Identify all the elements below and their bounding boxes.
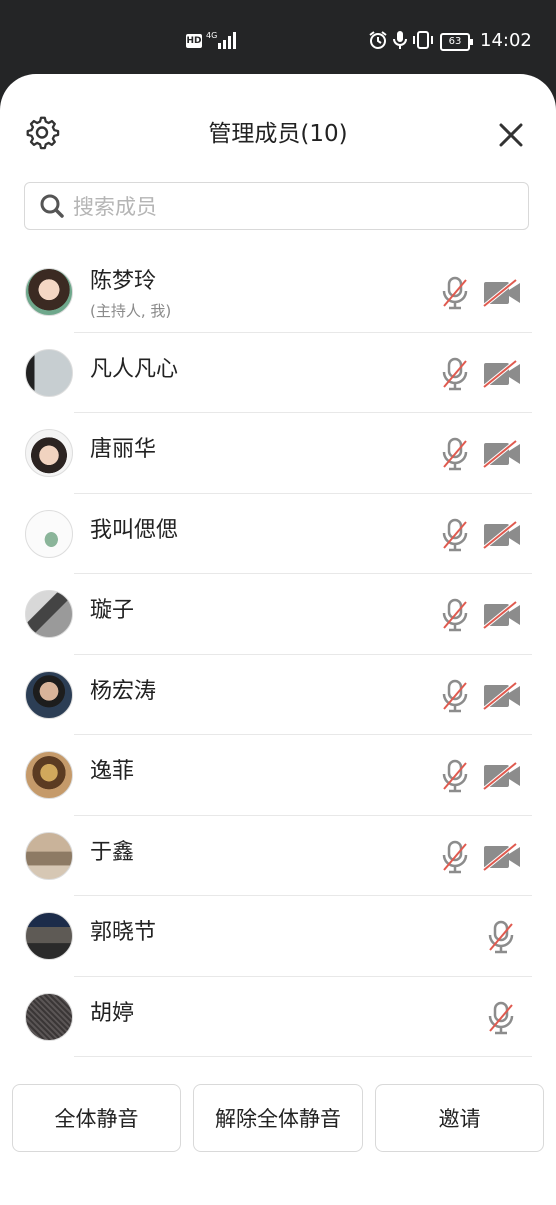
page-title: 管理成员(10): [208, 121, 348, 147]
member-name: 胡婷: [90, 1000, 135, 1026]
mic-status-icon: [393, 31, 407, 49]
member-row[interactable]: 胡婷: [0, 977, 556, 1057]
mic-muted-icon[interactable]: [486, 1001, 516, 1035]
close-icon[interactable]: [494, 118, 528, 152]
hd-badge: HD: [186, 34, 202, 48]
camera-off-icon[interactable]: [482, 358, 522, 389]
divider: [74, 1056, 532, 1057]
camera-off-icon[interactable]: [482, 278, 522, 308]
avatar: [25, 509, 73, 558]
member-row[interactable]: 逸菲: [0, 735, 556, 816]
member-name: 唐丽华: [90, 437, 157, 462]
sheet-header: 管理成员(10): [0, 74, 556, 194]
member-name: 陈梦玲: [90, 269, 157, 294]
member-name: 郭晓节: [90, 920, 157, 945]
search-input[interactable]: [71, 189, 515, 225]
mic-muted-icon[interactable]: [440, 518, 470, 552]
member-row[interactable]: 杨宏涛: [0, 655, 556, 735]
mic-muted-icon[interactable]: [440, 598, 470, 632]
avatar: [25, 751, 73, 799]
mic-muted-icon[interactable]: [440, 840, 470, 874]
avatar: [25, 912, 73, 960]
member-row[interactable]: 郭晓节: [0, 896, 556, 977]
avatar: [25, 429, 73, 477]
camera-off-icon[interactable]: [482, 439, 522, 469]
status-bar: HD 4G 63 14:02: [0, 0, 556, 80]
mic-muted-icon[interactable]: [440, 357, 470, 391]
network-type: 4G: [206, 31, 218, 40]
avatar: [25, 268, 73, 316]
member-name: 凡人凡心: [90, 356, 179, 382]
avatar: [25, 670, 73, 719]
battery-icon: 63: [440, 33, 473, 51]
unmute-all-button[interactable]: 解除全体静音: [193, 1084, 363, 1152]
member-row[interactable]: 唐丽华: [0, 413, 556, 494]
member-row[interactable]: 于鑫: [0, 816, 556, 896]
mute-all-button[interactable]: 全体静音: [12, 1084, 181, 1152]
manage-members-sheet: 管理成员(10) 陈梦玲 (主持人, 我): [0, 74, 556, 1205]
search-box[interactable]: [24, 182, 529, 230]
member-name: 于鑫: [90, 839, 135, 865]
signal-icon: [218, 31, 238, 49]
member-list: 陈梦玲 (主持人, 我) 凡人凡心 唐丽华 我叫偲偲 璇子 杨宏涛 逸菲 于鑫 …: [0, 252, 556, 1057]
mic-muted-icon[interactable]: [440, 759, 470, 793]
mic-muted-icon[interactable]: [486, 920, 516, 954]
avatar: [25, 348, 73, 397]
avatar: [25, 831, 73, 880]
search-icon: [40, 194, 64, 218]
avatar: [25, 590, 73, 638]
mic-muted-icon[interactable]: [440, 276, 470, 310]
member-row[interactable]: 陈梦玲 (主持人, 我): [0, 252, 556, 333]
member-row[interactable]: 璇子: [0, 574, 556, 655]
member-row[interactable]: 凡人凡心: [0, 333, 556, 413]
member-name: 我叫偲偲: [90, 517, 179, 543]
mic-muted-icon[interactable]: [440, 437, 470, 471]
camera-off-icon[interactable]: [482, 761, 522, 791]
member-role: (主持人, 我): [90, 302, 172, 320]
battery-level: 63: [448, 36, 462, 47]
member-name: 璇子: [90, 598, 135, 623]
vibrate-icon: [413, 31, 433, 49]
member-name: 逸菲: [90, 759, 135, 784]
camera-off-icon[interactable]: [482, 519, 522, 550]
invite-button[interactable]: 邀请: [375, 1084, 544, 1152]
member-row[interactable]: 我叫偲偲: [0, 494, 556, 574]
camera-off-icon[interactable]: [482, 841, 522, 872]
camera-off-icon[interactable]: [482, 600, 522, 630]
avatar: [25, 992, 73, 1041]
mic-muted-icon[interactable]: [440, 679, 470, 713]
camera-off-icon[interactable]: [482, 680, 522, 711]
action-bar: 全体静音 解除全体静音 邀请: [0, 1084, 556, 1154]
alarm-icon: [369, 31, 387, 49]
clock: 14:02: [480, 30, 532, 51]
member-name: 杨宏涛: [90, 678, 157, 704]
